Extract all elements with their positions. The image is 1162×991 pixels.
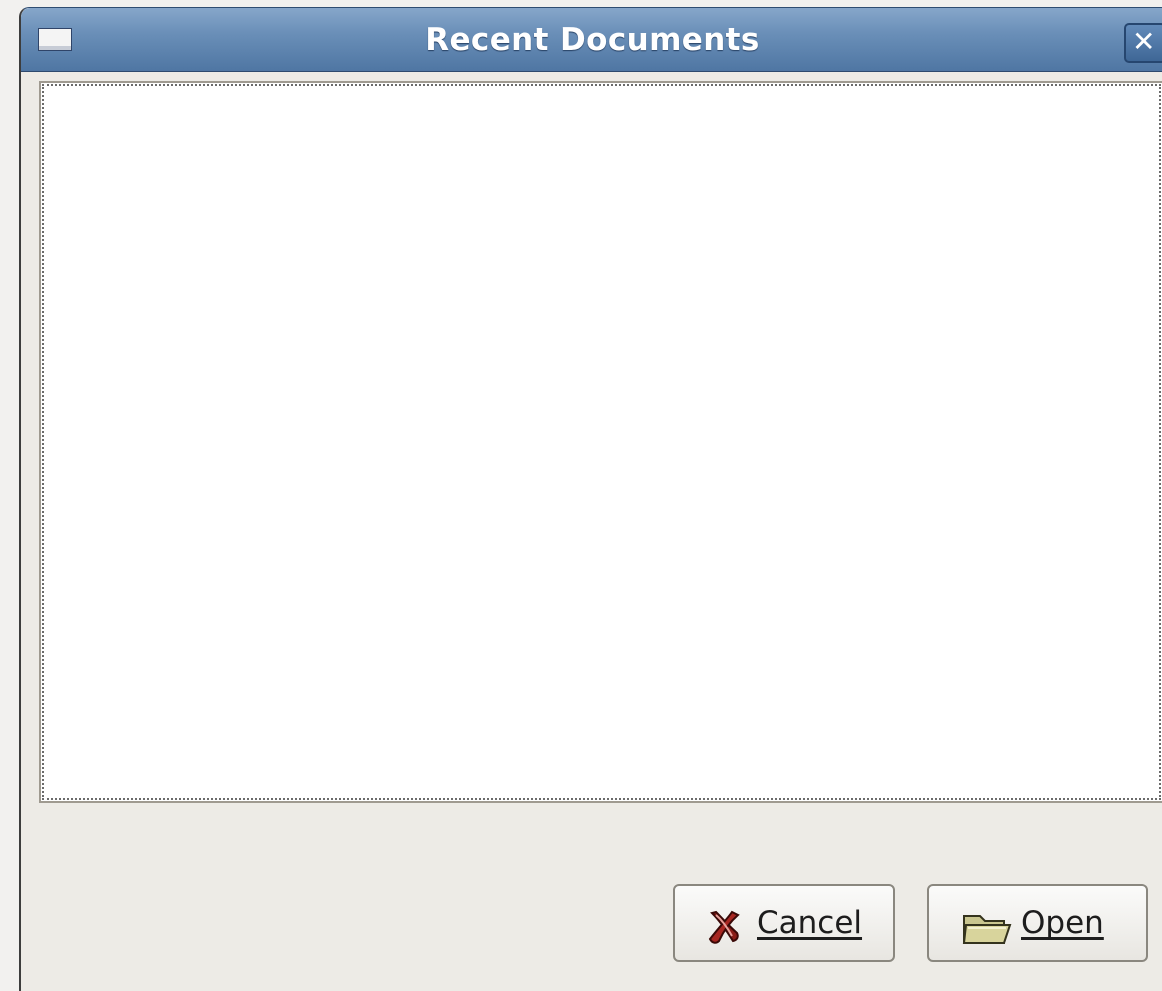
open-button-label: Open bbox=[1021, 905, 1104, 941]
recent-documents-list[interactable] bbox=[42, 84, 1161, 800]
folder-icon bbox=[962, 915, 1012, 944]
cancel-button[interactable]: Cancel bbox=[673, 884, 895, 962]
cancel-button-label: Cancel bbox=[757, 905, 863, 941]
open-button[interactable]: Open bbox=[927, 884, 1148, 962]
cancel-icon bbox=[708, 910, 740, 944]
recent-documents-panel bbox=[39, 81, 1162, 803]
dialog-title: Recent Documents bbox=[425, 22, 760, 58]
title-bar[interactable]: Recent Documents ✕ bbox=[21, 8, 1162, 72]
close-button[interactable]: ✕ bbox=[1124, 23, 1162, 63]
recent-documents-dialog: Recent Documents ✕ Cancel Open bbox=[19, 7, 1162, 991]
